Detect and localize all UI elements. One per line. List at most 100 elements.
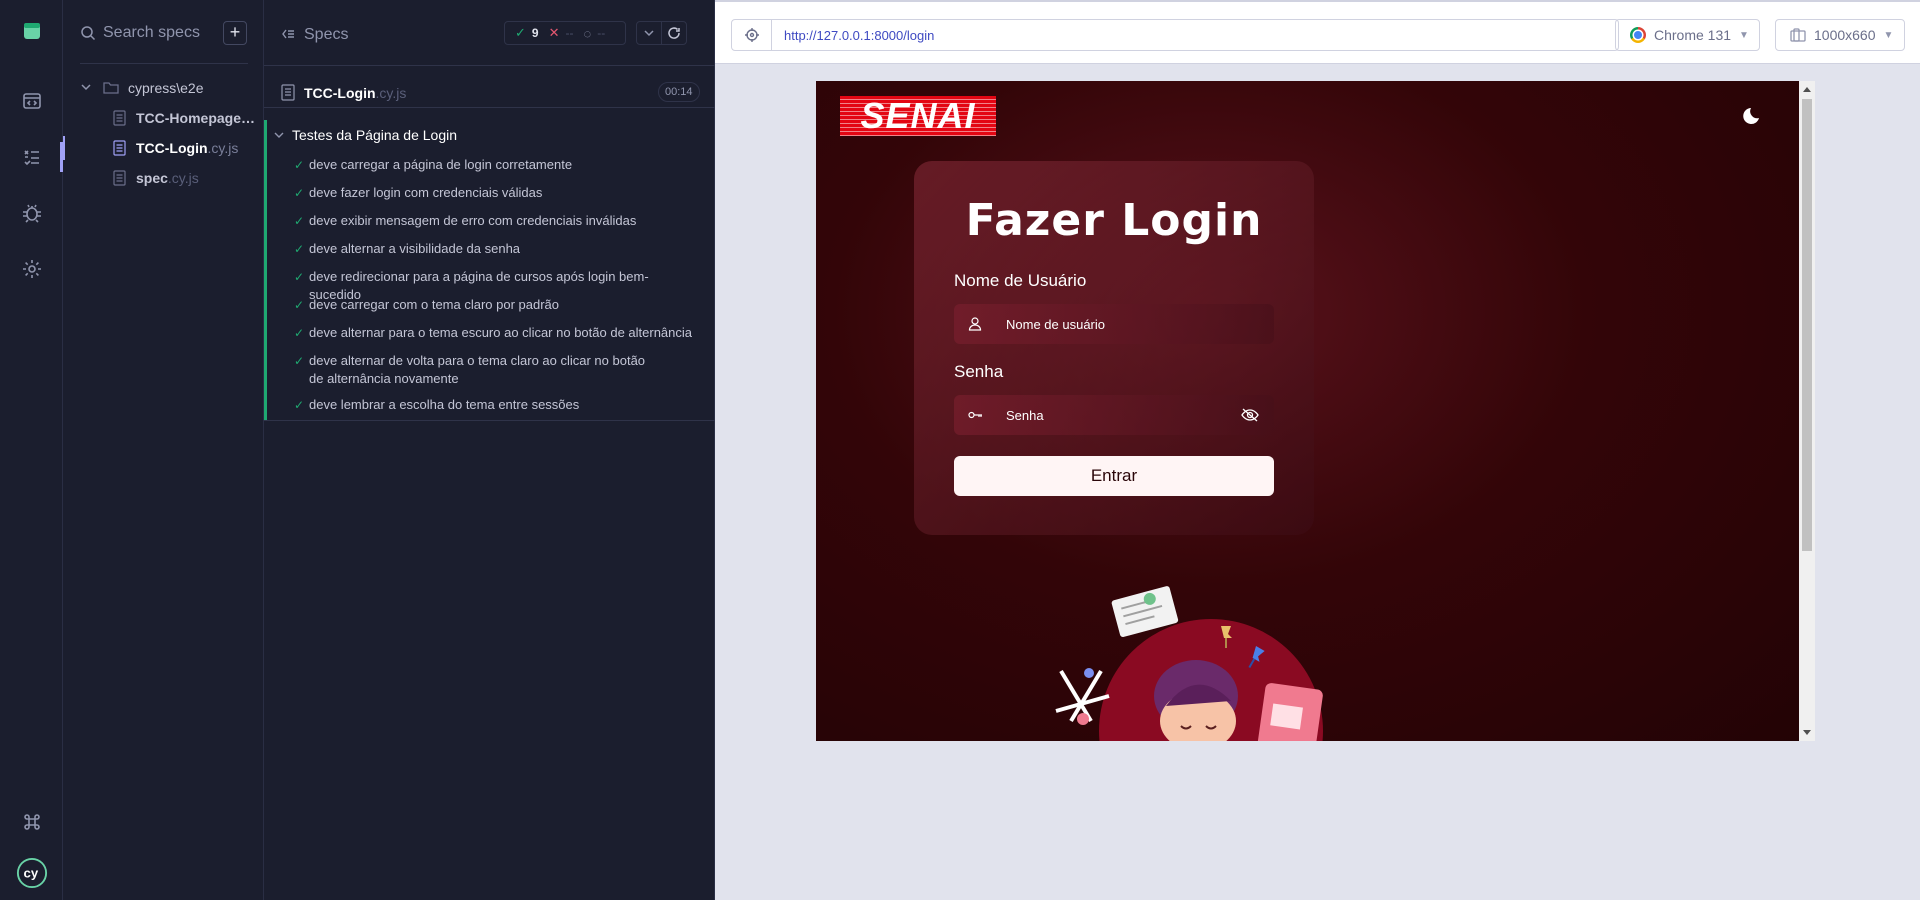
chevron-down-icon: ▼ — [1883, 29, 1894, 41]
crosshair-icon — [744, 28, 759, 42]
submit-login-button[interactable]: Entrar — [954, 456, 1274, 496]
debug-icon[interactable] — [19, 200, 45, 226]
test-suite: Testes da Página de Login ✓ deve carregar… — [264, 120, 715, 420]
add-spec-button[interactable]: + — [223, 21, 247, 45]
password-input[interactable] — [1006, 405, 1226, 425]
running-spec-name: TCC-Login.cy.js — [304, 85, 407, 101]
scroll-down-icon[interactable] — [1803, 730, 1811, 735]
pending-count: -- — [597, 26, 606, 40]
pending-stat: ◌ -- — [584, 26, 606, 41]
test-item[interactable]: ✓ deve alternar a visibilidade da senha — [294, 240, 694, 258]
chevron-down-icon — [644, 30, 654, 37]
test-item[interactable]: ✓ deve exibir mensagem de erro com creden… — [294, 212, 694, 230]
test-item[interactable]: ✓ deve carregar a página de login correta… — [294, 156, 694, 174]
collapse-sidebar-icon[interactable] — [281, 27, 295, 41]
scroll-up-icon[interactable] — [1803, 87, 1811, 92]
passed-count: 9 — [531, 26, 539, 40]
suite-divider — [264, 420, 715, 421]
test-title: deve alternar de volta para o tema claro… — [309, 353, 646, 386]
selected-indicator — [63, 136, 65, 160]
suite-title[interactable]: Testes da Página de Login — [274, 127, 457, 143]
spec-file-row[interactable]: spec.cy.js — [63, 166, 264, 190]
eye-slash-icon[interactable] — [1241, 407, 1259, 423]
user-icon — [954, 304, 996, 344]
cypress-app-icon[interactable] — [19, 18, 45, 44]
folder-name: cypress\e2e — [128, 80, 204, 96]
search-specs-input[interactable] — [103, 20, 233, 46]
spec-duration: 00:14 — [658, 82, 700, 102]
check-icon: ✓ — [294, 158, 305, 172]
spec-file-row[interactable]: TCC-Homepage.cy.js — [63, 106, 264, 130]
login-card: Fazer Login Nome de Usuário Senha — [914, 161, 1314, 535]
cypress-logo-icon[interactable]: cy — [15, 856, 49, 890]
svg-text:cy: cy — [24, 866, 39, 881]
chevron-down-icon: ▼ — [1739, 29, 1749, 41]
specs-icon[interactable] — [19, 88, 45, 114]
password-field[interactable] — [954, 395, 1274, 435]
folder-row[interactable]: cypress\e2e — [63, 76, 264, 100]
passed-stat: ✓ 9 — [515, 25, 539, 41]
test-item[interactable]: ✓ deve carregar com o tema claro por padr… — [294, 296, 694, 314]
running-spec-row: TCC-Login.cy.js 00:14 — [264, 78, 715, 108]
app-under-test-area: http://127.0.0.1:8000/login Chrome 131 ▼… — [715, 0, 1920, 900]
suite-title-text: Testes da Página de Login — [292, 127, 458, 143]
login-title: Fazer Login — [965, 195, 1263, 246]
test-title: deve carregar a página de login corretam… — [309, 157, 573, 172]
test-stats: ✓ 9 ✕ -- ◌ -- — [504, 21, 626, 45]
url-text[interactable]: http://127.0.0.1:8000/login — [784, 28, 934, 43]
file-icon — [113, 110, 126, 126]
password-label: Senha — [954, 362, 1004, 381]
chevron-down-icon — [81, 84, 91, 91]
check-icon: ✓ — [294, 214, 305, 228]
test-title: deve carregar com o tema claro por padrã… — [309, 297, 560, 312]
aut-scrollbar[interactable] — [1799, 81, 1815, 741]
key-icon — [954, 395, 996, 435]
reporter-header: Specs ✓ 9 ✕ -- ◌ -- — [264, 0, 715, 66]
test-title: deve fazer login com credenciais válidas — [309, 185, 543, 200]
viewport-selector[interactable]: 1000x660 ▼ — [1775, 19, 1905, 51]
browser-selector[interactable]: Chrome 131 ▼ — [1615, 19, 1760, 51]
viewport-label: 1000x660 — [1814, 27, 1876, 43]
failed-count: -- — [565, 26, 574, 40]
spec-file-name: TCC-Login.cy.js — [136, 140, 239, 156]
url-bar[interactable]: http://127.0.0.1:8000/login — [731, 19, 1619, 51]
reporter-panel: Specs ✓ 9 ✕ -- ◌ -- TCC-Login.cy.js 00:14 T… — [264, 0, 715, 900]
test-title: deve lembrar a escolha do tema entre ses… — [309, 397, 580, 412]
username-label: Nome de Usuário — [954, 271, 1087, 290]
suite-status-bar — [264, 120, 267, 420]
refresh-icon — [668, 27, 680, 39]
test-title: deve alternar a visibilidade da senha — [309, 241, 521, 256]
search-divider — [80, 63, 248, 64]
reporter-title[interactable]: Specs — [304, 26, 348, 44]
specs-list-panel: + cypress\e2e TCC-Homepage.cy.js TCC-Log… — [63, 0, 264, 900]
moon-icon[interactable] — [1737, 105, 1759, 127]
runs-icon[interactable] — [19, 144, 45, 170]
test-title: deve exibir mensagem de erro com credenc… — [309, 213, 637, 228]
x-icon: ✕ — [548, 25, 560, 40]
test-item[interactable]: ✓ deve alternar de volta para o tema clar… — [294, 352, 654, 388]
senai-logo[interactable]: SENAI — [840, 96, 996, 136]
chevron-down-icon — [274, 132, 284, 138]
rerun-button[interactable] — [661, 21, 687, 45]
scrollbar-thumb[interactable] — [1802, 99, 1812, 551]
check-icon: ✓ — [294, 398, 305, 412]
check-icon: ✓ — [515, 25, 526, 40]
keyboard-shortcuts-icon[interactable] — [19, 809, 45, 835]
username-input[interactable] — [1006, 314, 1226, 334]
username-field[interactable] — [954, 304, 1274, 344]
spec-file-row-active[interactable]: TCC-Login.cy.js — [63, 136, 264, 160]
file-icon — [113, 140, 126, 156]
expand-collapse-button[interactable] — [636, 21, 662, 45]
search-row: + — [63, 18, 264, 48]
test-item[interactable]: ✓ deve alternar para o tema escuro ao cli… — [294, 324, 694, 342]
test-item[interactable]: ✓ deve lembrar a escolha do tema entre se… — [294, 396, 694, 414]
character-icon — [1154, 660, 1238, 741]
check-icon: ✓ — [294, 298, 305, 312]
search-icon — [81, 26, 96, 41]
selector-playground-button[interactable] — [732, 20, 772, 50]
browser-label: Chrome 131 — [1654, 27, 1732, 43]
senai-logo-text: SENAI — [860, 96, 976, 136]
file-icon — [113, 170, 126, 186]
settings-icon[interactable] — [19, 256, 45, 282]
test-item[interactable]: ✓ deve fazer login com credenciais válida… — [294, 184, 694, 202]
